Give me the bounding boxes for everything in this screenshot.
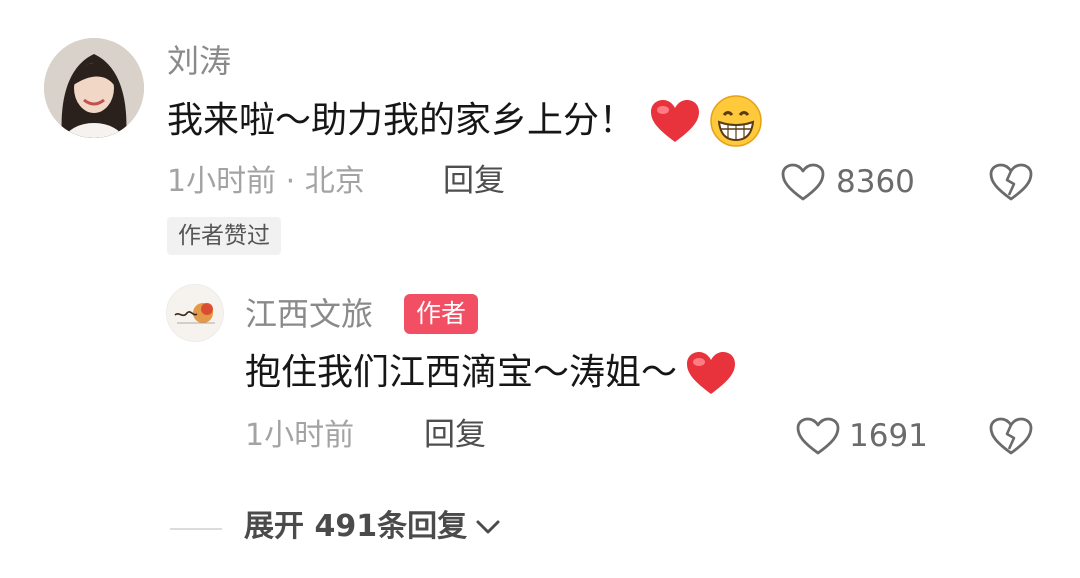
comment-text: 我来啦～助力我的家乡上分！ (167, 100, 636, 141)
reply-avatar[interactable] (166, 284, 224, 342)
reply-dislike-button[interactable] (988, 416, 1034, 456)
grinning-face-emoji-icon (709, 94, 763, 148)
avatar[interactable] (44, 38, 144, 138)
heart-outline-icon (795, 416, 841, 456)
heart-emoji-icon (685, 350, 737, 396)
author-badge: 作者 (404, 294, 479, 334)
comment-username[interactable]: 刘涛 (167, 45, 231, 77)
reply-text: 抱住我们江西滴宝～涛姐～ (245, 352, 678, 393)
expand-replies-button[interactable]: 展开 491条回复 (244, 512, 501, 542)
reply-like-button[interactable]: 1691 (795, 416, 928, 456)
comment-body: 我来啦～助力我的家乡上分！ (167, 94, 763, 148)
comment-time-location: 1小时前 · 北京 (167, 164, 365, 199)
broken-heart-icon (988, 416, 1034, 456)
expand-replies-label: 展开 491条回复 (244, 509, 468, 544)
heart-emoji-icon (649, 98, 701, 144)
reply-reply-button[interactable]: 回复 (424, 420, 486, 451)
jiangxi-tourism-logo (167, 285, 223, 341)
like-count: 8360 (836, 163, 915, 200)
reply-like-count: 1691 (849, 417, 928, 454)
chevron-down-icon (475, 518, 501, 536)
user-photo (44, 38, 144, 138)
reply-button[interactable]: 回复 (443, 166, 505, 197)
reply-body: 抱住我们江西滴宝～涛姐～ (245, 348, 737, 398)
author-liked-tag: 作者赞过 (167, 217, 281, 255)
broken-heart-icon (988, 162, 1034, 202)
heart-outline-icon (780, 162, 826, 202)
reply-time: 1小时前 (245, 418, 355, 453)
dislike-button[interactable] (988, 162, 1034, 202)
divider (170, 528, 222, 530)
like-button[interactable]: 8360 (780, 162, 915, 202)
reply-username[interactable]: 江西文旅 (245, 298, 373, 330)
